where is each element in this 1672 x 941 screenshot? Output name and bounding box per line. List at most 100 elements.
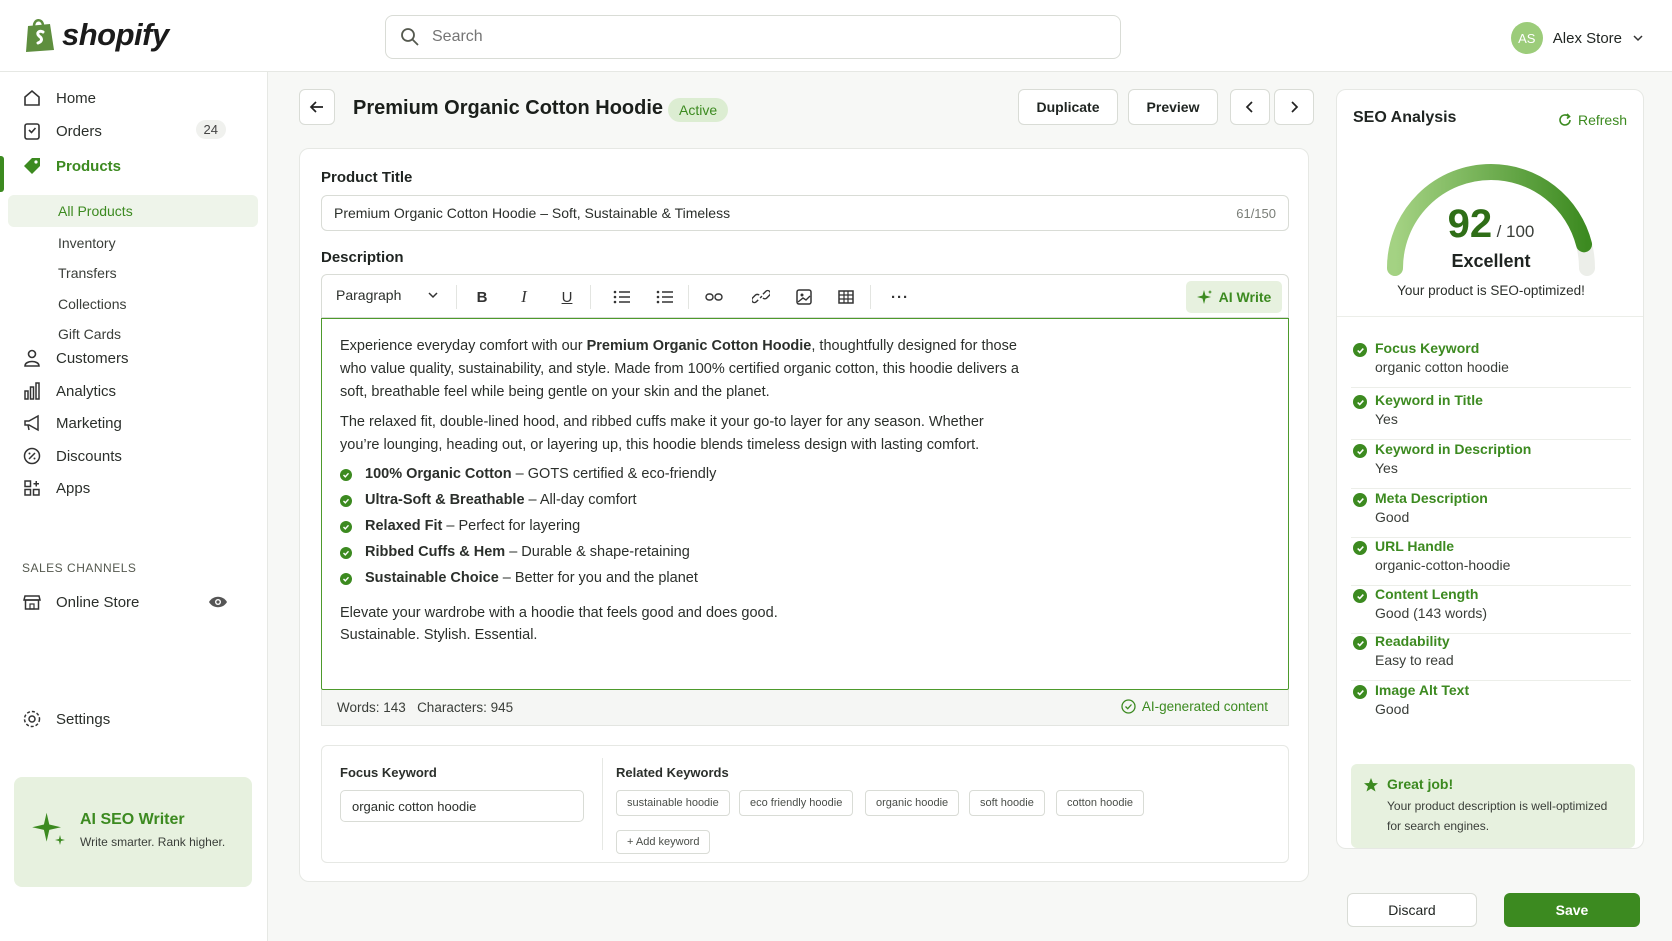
list-item: Relaxed Fit – Perfect for layering [340,515,580,538]
chevron-down-icon [1633,35,1643,42]
check-circle-icon [340,468,352,481]
intro-text: Experience everyday comfort with our [340,338,587,354]
check-circle-icon [1353,541,1367,555]
search-input[interactable] [432,28,1120,46]
seo-panel-title: SEO Analysis [1353,109,1457,126]
seo-check-value: Good [1375,701,1410,717]
top-bar: shopify AS Alex Store [0,0,1672,72]
paragraph-style-select[interactable]: Paragraph [336,287,439,303]
user-name: Alex Store [1552,29,1622,47]
keyword-chip[interactable]: sustainable hoodie [616,790,730,816]
list-item: Sustainable Choice – Better for you and … [340,567,698,590]
sidebar-item-apps[interactable]: Apps [22,478,250,498]
next-product-button[interactable] [1274,89,1314,125]
sidebar-item-marketing[interactable]: Marketing [22,413,250,433]
bold-icon[interactable]: B [472,287,492,307]
sidebar-item-discounts[interactable]: Discounts [22,446,250,466]
check-circle-icon [1353,395,1367,409]
keyword-chip[interactable]: organic hoodie [865,790,960,816]
numbered-list-icon[interactable] [655,287,675,307]
sidebar-item-analytics[interactable]: Analytics [22,381,250,401]
description-editor[interactable]: Experience everyday comfort with our Pre… [321,318,1289,690]
discount-icon [22,446,42,466]
bullet-bold: Ultra-Soft & Breathable [365,492,525,508]
sidebar-item-orders[interactable]: Orders 24 [22,120,250,141]
sub-item-inventory[interactable]: Inventory [58,235,116,251]
back-button[interactable] [299,89,335,125]
product-title-field[interactable]: Premium Organic Cotton Hoodie – Soft, Su… [321,195,1289,231]
italic-icon[interactable]: I [514,287,534,307]
sub-item-collections[interactable]: Collections [58,296,126,312]
link-icon[interactable] [751,287,771,307]
description-paragraph-2: The relaxed fit, double-lined hood, and … [340,414,984,453]
previous-product-button[interactable] [1230,89,1270,125]
image-icon[interactable] [794,287,814,307]
more-options-icon[interactable]: ··· [890,287,910,307]
sidebar-item-label: Orders [56,122,102,140]
ai-write-button[interactable]: AI Write [1186,281,1282,313]
underline-icon[interactable]: U [557,287,577,307]
refresh-button[interactable]: Refresh [1558,112,1627,128]
preview-button[interactable]: Preview [1128,89,1218,125]
unlink-icon[interactable] [704,287,724,307]
focus-keyword-input[interactable] [340,790,584,822]
sidebar-item-settings[interactable]: Settings [22,709,250,729]
sidebar-item-products[interactable]: Products [22,156,250,176]
table-icon[interactable] [836,287,856,307]
seo-check-title: Readability [1375,633,1450,649]
store-icon [22,592,42,612]
sales-channels-heading: SALES CHANNELS [22,561,137,575]
ai-seo-writer-card[interactable]: AI SEO Writer Write smarter. Rank higher… [14,777,252,887]
check-circle-icon [340,520,352,533]
keyword-chip[interactable]: cotton hoodie [1056,790,1145,816]
seo-check-value: Good [1375,509,1410,525]
shopify-logo[interactable]: shopify [24,16,169,54]
status-badge: Active [668,98,729,122]
keyword-chip[interactable]: soft hoodie [969,790,1045,816]
user-menu[interactable]: AS Alex Store [1510,22,1644,54]
check-circle-icon [340,494,352,507]
seo-check-value: organic cotton hoodie [1375,359,1509,375]
check-circle-icon [1121,699,1136,714]
sidebar-item-online-store[interactable]: Online Store [22,592,250,612]
sub-item-transfers[interactable]: Transfers [58,265,117,281]
ai-card-title: AI SEO Writer [80,811,185,828]
sidebar-item-label: Discounts [56,447,122,465]
bullet-bold: Relaxed Fit [365,518,443,534]
save-button[interactable]: Save [1504,893,1640,927]
ai-card-subtitle: Write smarter. Rank higher. [80,835,226,849]
keyword-chip[interactable]: eco friendly hoodie [739,790,854,816]
product-title-value: Premium Organic Cotton Hoodie – Soft, Su… [334,205,731,221]
refresh-icon [1559,113,1571,126]
search-icon [401,28,419,46]
megaphone-icon [22,413,42,433]
focus-keyword-label: Focus Keyword [340,765,437,780]
eye-icon[interactable] [208,592,228,616]
seo-check-title: Meta Description [1375,490,1488,506]
brand-name: shopify [62,17,169,52]
add-keyword-button[interactable]: + Add keyword [616,830,711,854]
bullet-list-icon[interactable] [612,287,632,307]
sub-item-all-products[interactable]: All Products [58,203,133,219]
check-circle-icon [1353,685,1367,699]
seo-rating: Excellent [1451,251,1531,271]
bullet-text: – All-day comfort [524,492,637,508]
paragraph-style-value: Paragraph [336,287,402,303]
seo-analysis-panel: SEO Analysis Refresh 92 / 100 Excellent … [1336,89,1644,849]
editor-stats-bar: Words: 143 Characters: 945 AI-generated … [321,690,1289,726]
seo-check-item: URL Handle organic-cotton-hoodie [1351,536,1631,586]
toolbar-divider [456,285,457,309]
character-count: Characters: 945 [417,700,514,715]
sparkle-icon [1196,290,1212,304]
check-circle-icon [1353,493,1367,507]
great-job-title: Great job! [1387,776,1454,792]
sidebar-item-customers[interactable]: Customers [22,348,250,368]
bullet-text: – Durable & shape-retaining [505,544,690,560]
sidebar-item-home[interactable]: Home [22,88,250,108]
discard-button[interactable]: Discard [1347,893,1477,927]
sub-item-gift-cards[interactable]: Gift Cards [58,326,121,342]
duplicate-button[interactable]: Duplicate [1018,89,1118,125]
search-bar[interactable] [385,15,1121,59]
word-char-count: Words: 143 Characters: 945 [337,700,513,715]
great-job-callout: Great job! Your product description is w… [1351,764,1635,848]
